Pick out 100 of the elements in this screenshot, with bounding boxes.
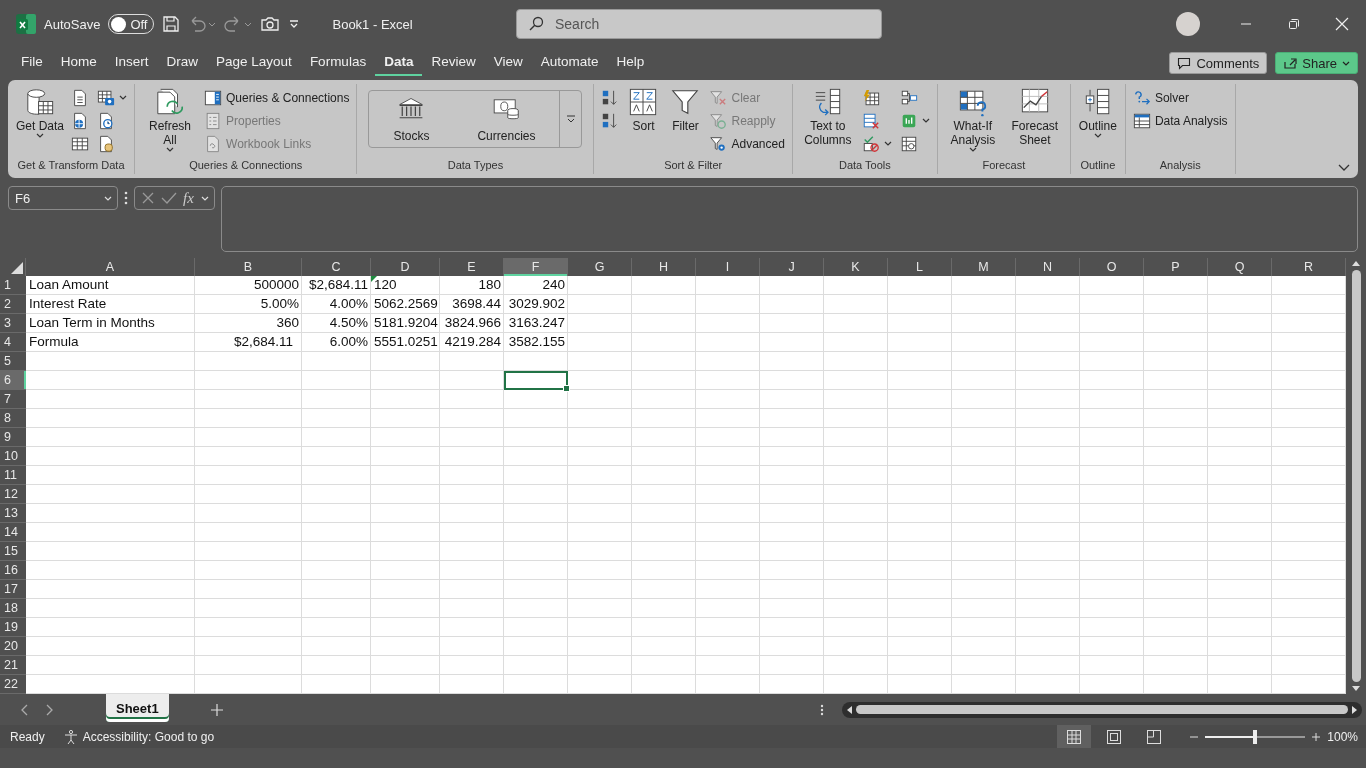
ribbon-tab[interactable]: Automate: [531, 50, 608, 76]
active-cell[interactable]: [504, 371, 568, 390]
row-header[interactable]: 13: [0, 504, 26, 523]
comments-button[interactable]: Comments: [1169, 52, 1268, 74]
column-header[interactable]: K: [824, 258, 888, 276]
row-header[interactable]: 17: [0, 580, 26, 599]
column-header[interactable]: B: [195, 258, 302, 276]
ribbon-tab[interactable]: Home: [51, 50, 106, 76]
check-cross-icon[interactable]: [861, 134, 880, 153]
ribbon-tab[interactable]: Insert: [105, 50, 158, 76]
row-header[interactable]: 21: [0, 656, 26, 675]
row-header[interactable]: 19: [0, 618, 26, 637]
row-header[interactable]: 22: [0, 675, 26, 694]
fill-handle[interactable]: [563, 385, 570, 392]
ribbon-tab[interactable]: View: [484, 50, 532, 76]
view-button[interactable]: [1057, 725, 1092, 748]
select-all-button[interactable]: [0, 258, 26, 276]
ribbon-tab[interactable]: Formulas: [300, 50, 376, 76]
next-sheet-icon[interactable]: [46, 703, 54, 716]
zoom-in-icon[interactable]: [1311, 731, 1322, 742]
more-options-icon[interactable]: [124, 191, 128, 205]
table-gear-icon[interactable]: [899, 134, 918, 153]
ribbon-button[interactable]: Queries & Connections: [202, 87, 352, 108]
row-header[interactable]: 1: [0, 276, 26, 295]
linked-boxes-icon[interactable]: [899, 88, 918, 107]
ribbon-tab[interactable]: Page Layout: [207, 50, 301, 76]
gallery-item[interactable]: Currencies: [453, 91, 560, 147]
ribbon-button[interactable]: Forecast Sheet: [1004, 86, 1065, 148]
formula-field[interactable]: [220, 186, 1358, 252]
insert-function-button[interactable]: fx: [183, 189, 194, 207]
share-button[interactable]: Share: [1275, 52, 1358, 74]
name-box[interactable]: F6: [8, 186, 118, 210]
user-avatar[interactable]: [1176, 12, 1200, 36]
row-header[interactable]: 18: [0, 599, 26, 618]
column-header[interactable]: D: [371, 258, 440, 276]
ribbon-button[interactable]: Solver: [1130, 87, 1230, 108]
row-header[interactable]: 2: [0, 295, 26, 314]
row-header[interactable]: 3: [0, 314, 26, 333]
ribbon-button[interactable]: Get Data: [13, 86, 68, 141]
row-header[interactable]: 16: [0, 561, 26, 580]
ribbon-tab[interactable]: Review: [422, 50, 485, 76]
enter-icon[interactable]: [161, 191, 177, 205]
ribbon-button[interactable]: Sort: [623, 86, 664, 134]
previous-sheet-icon[interactable]: [20, 703, 28, 716]
gallery-item[interactable]: Stocks: [369, 91, 454, 147]
accessibility-button[interactable]: Accessibility: Good to go: [62, 728, 215, 745]
row-header[interactable]: 11: [0, 466, 26, 485]
row-header[interactable]: 15: [0, 542, 26, 561]
ribbon-button[interactable]: Refresh All: [140, 86, 201, 155]
column-header[interactable]: Q: [1208, 258, 1272, 276]
ribbon-tab[interactable]: File: [12, 50, 52, 76]
column-header[interactable]: O: [1080, 258, 1144, 276]
column-header[interactable]: R: [1272, 258, 1346, 276]
table-remove-icon[interactable]: [861, 111, 880, 130]
row-header[interactable]: 14: [0, 523, 26, 542]
add-sheet-icon[interactable]: [210, 703, 223, 716]
customize-caret-icon[interactable]: [288, 18, 301, 30]
ribbon-tab[interactable]: Draw: [157, 50, 208, 76]
collapse-ribbon-icon[interactable]: [1338, 164, 1350, 172]
row-header[interactable]: 12: [0, 485, 26, 504]
camera-icon[interactable]: [260, 15, 281, 33]
column-header[interactable]: L: [888, 258, 952, 276]
column-header[interactable]: I: [696, 258, 760, 276]
row-header[interactable]: 5: [0, 352, 26, 371]
row-header[interactable]: 8: [0, 409, 26, 428]
row-header[interactable]: 9: [0, 428, 26, 447]
ribbon-tab[interactable]: Data: [375, 50, 423, 76]
ribbon-button[interactable]: Text to Columns: [797, 86, 858, 148]
column-header[interactable]: M: [952, 258, 1016, 276]
sheet-tab[interactable]: Sheet1: [106, 694, 169, 722]
cancel-icon[interactable]: [141, 191, 155, 205]
table-lightning-icon[interactable]: [861, 88, 880, 107]
ribbon-tab[interactable]: Help: [607, 50, 654, 76]
column-header[interactable]: P: [1144, 258, 1208, 276]
column-header[interactable]: G: [568, 258, 632, 276]
horizontal-scrollbar[interactable]: [842, 701, 1362, 718]
more-options-icon[interactable]: [820, 703, 824, 716]
column-header[interactable]: F: [504, 258, 568, 276]
column-header[interactable]: A: [26, 258, 195, 276]
ribbon-button[interactable]: What-If Analysis: [942, 86, 1003, 155]
ribbon-button[interactable]: Data Analysis: [1130, 110, 1230, 131]
column-header[interactable]: N: [1016, 258, 1080, 276]
ribbon-button[interactable]: Advanced: [707, 133, 787, 154]
table-camera-icon[interactable]: [97, 88, 116, 107]
redo-icon[interactable]: [224, 15, 253, 33]
row-header[interactable]: 7: [0, 390, 26, 409]
row-header[interactable]: 4: [0, 333, 26, 352]
ribbon-button[interactable]: Outline: [1075, 86, 1120, 141]
zoom-level[interactable]: 100%: [1327, 729, 1358, 744]
ribbon-button[interactable]: Filter: [665, 86, 706, 134]
row-header[interactable]: 6: [0, 371, 26, 390]
column-header[interactable]: E: [440, 258, 504, 276]
column-header[interactable]: C: [302, 258, 371, 276]
save-icon[interactable]: [162, 15, 181, 33]
row-header[interactable]: 20: [0, 637, 26, 656]
search-field[interactable]: Search: [516, 9, 882, 39]
document-cylinder-icon[interactable]: [97, 134, 116, 153]
slider-thumb[interactable]: [1253, 729, 1258, 744]
column-header[interactable]: H: [632, 258, 696, 276]
column-header[interactable]: J: [760, 258, 824, 276]
